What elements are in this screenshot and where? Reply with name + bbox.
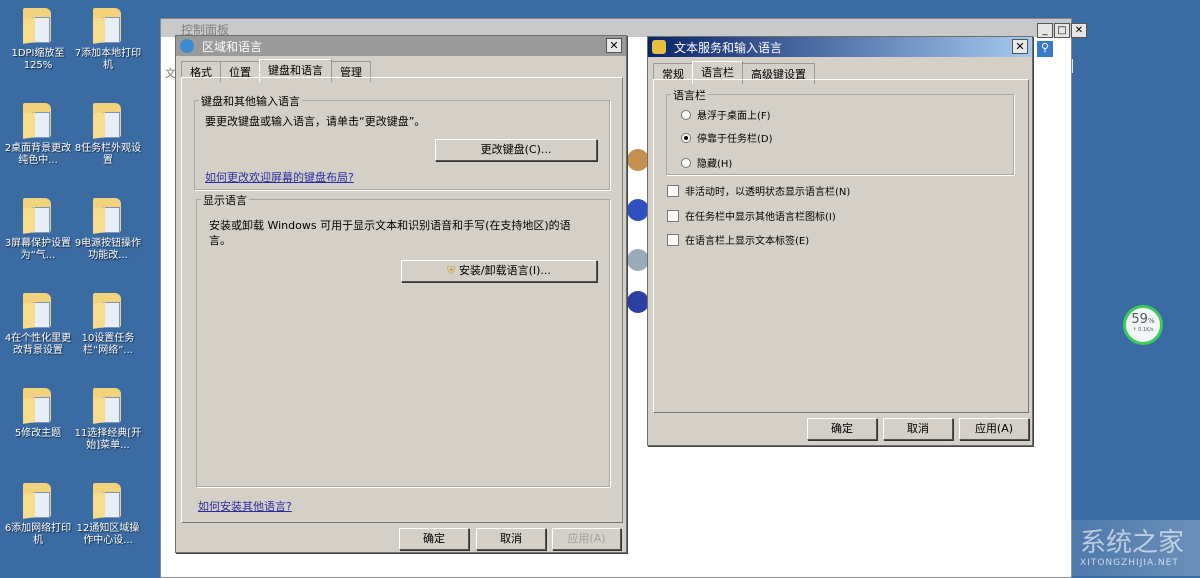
install-uninstall-language-button[interactable]: ⛨ 安装/卸载语言(I)... [401, 260, 597, 282]
desktop-folder-icon[interactable]: 9电源按钮操作功能改... [72, 194, 144, 262]
minimize-button[interactable]: _ [1037, 23, 1053, 38]
welcome-keyboard-link[interactable]: 如何更改欢迎屏幕的键盘布局? [205, 169, 354, 185]
radio-label: 悬浮于桌面上(F) [697, 107, 771, 122]
group-label: 语言栏 [671, 87, 708, 103]
text-services-dialog: 文本服务和输入语言 ✕ 常规 语言栏 高级键设置 语言栏 悬浮于桌面上(F) 停… [647, 36, 1033, 446]
icon-label: 5修改主题 [2, 428, 74, 440]
close-button[interactable]: ✕ [606, 38, 622, 53]
dialog-title: 区域和语言 [202, 40, 262, 54]
display-language-description: 安装或卸载 Windows 可用于显示文本和识别语音和手写(在支持地区)的语言。 [209, 218, 589, 248]
radio-button[interactable] [681, 158, 691, 168]
folder-icon [23, 198, 53, 234]
icon-label: 11选择经典[开始]菜单... [72, 428, 144, 452]
icon-label: 12通知区域操作中心设... [72, 523, 144, 547]
desktop-folder-icon[interactable]: 1DPI缩放至125% [2, 4, 74, 72]
desktop-folder-icon[interactable]: 12通知区域操作中心设... [72, 479, 144, 547]
icon-label: 6添加网络打印机 [2, 523, 74, 547]
icon-label: 2桌面背景更改纯色中... [2, 143, 74, 167]
folder-icon [23, 293, 53, 329]
watermark-en: XITONGZHIJIA.NET [1080, 558, 1179, 568]
checkbox-label: 在任务栏中显示其他语言栏图标(I) [685, 208, 836, 223]
folder-icon [93, 198, 123, 234]
checkbox-extra-icons[interactable]: 在任务栏中显示其他语言栏图标(I) [667, 208, 836, 223]
folder-icon [93, 293, 123, 329]
icon-label: 7添加本地打印机 [72, 48, 144, 72]
checkbox[interactable] [667, 234, 679, 246]
percent-sign: % [1148, 317, 1155, 325]
desktop-folder-icon[interactable]: 4在个性化里更改背景设置 [2, 289, 74, 357]
radio-label: 停靠于任务栏(D) [697, 130, 773, 145]
desktop-folder-icon[interactable]: 10设置任务栏“网络”... [72, 289, 144, 357]
tab-panel: 键盘和其他输入语言 要更改键盘或输入语言，请单击“更改键盘”。 更改键盘(C).… [181, 77, 623, 523]
folder-icon [93, 388, 123, 424]
checkbox-label: 在语言栏上显示文本标签(E) [685, 232, 809, 247]
checkbox[interactable] [667, 210, 679, 222]
checkbox-label: 非活动时，以透明状态显示语言栏(N) [685, 183, 850, 198]
text-dialog-titlebar: 文本服务和输入语言 ✕ [648, 37, 1032, 57]
icon-label: 9电源按钮操作功能改... [72, 238, 144, 262]
ok-button[interactable]: 确定 [399, 528, 469, 550]
desktop-folder-icon[interactable]: 2桌面背景更改纯色中... [2, 99, 74, 167]
maximize-button[interactable]: □ [1054, 23, 1070, 38]
radio-button[interactable] [681, 133, 691, 143]
icon-label: 4在个性化里更改背景设置 [2, 333, 74, 357]
folder-icon [23, 483, 53, 519]
ok-button[interactable]: 确定 [807, 418, 877, 440]
watermark: 系统之家 XITONGZHIJIA.NET [1000, 520, 1200, 576]
radio-label: 隐藏(H) [697, 155, 732, 170]
dialog-title: 文本服务和输入语言 [674, 41, 782, 55]
folder-icon [23, 388, 53, 424]
desktop-folder-icon[interactable]: 3屏幕保护设置为“气... [2, 194, 74, 262]
watermark-cn: 系统之家 [1080, 522, 1184, 559]
desktop-folder-icon[interactable]: 7添加本地打印机 [72, 4, 144, 72]
folder-icon [23, 8, 53, 44]
checkbox-text-labels[interactable]: 在语言栏上显示文本标签(E) [667, 232, 809, 247]
region-language-dialog: 区域和语言 ✕ 格式 位置 键盘和语言 管理 键盘和其他输入语言 要更改键盘或输… [175, 35, 627, 553]
change-keyboard-button[interactable]: 更改键盘(C)... [435, 139, 597, 161]
radio-hidden[interactable]: 隐藏(H) [681, 155, 732, 170]
radio-dock-taskbar[interactable]: 停靠于任务栏(D) [681, 130, 773, 145]
search-icon[interactable]: ⚲ [1037, 41, 1053, 57]
checkbox-transparent[interactable]: 非活动时，以透明状态显示语言栏(N) [667, 183, 850, 198]
group-label: 键盘和其他输入语言 [199, 93, 302, 109]
group-label: 显示语言 [201, 192, 249, 208]
folder-icon [93, 103, 123, 139]
globe-icon [180, 39, 194, 53]
folder-icon [23, 103, 53, 139]
memory-percent: 59 [1131, 312, 1148, 327]
desktop-folder-icon[interactable]: 8任务栏外观设置 [72, 99, 144, 167]
checkbox[interactable] [667, 185, 679, 197]
icon-label: 1DPI缩放至125% [2, 48, 74, 72]
language-bar-group: 语言栏 悬浮于桌面上(F) 停靠于任务栏(D) 隐藏(H) [666, 94, 1014, 175]
close-button[interactable]: ✕ [1071, 23, 1087, 38]
cancel-button[interactable]: 取消 [476, 528, 546, 550]
display-language-group: 显示语言 安装或卸载 Windows 可用于显示文本和识别语音和手写(在支持地区… [196, 199, 610, 487]
desktop-folder-icon[interactable]: 6添加网络打印机 [2, 479, 74, 547]
shield-icon: ⛨ [447, 264, 455, 277]
install-languages-link[interactable]: 如何安装其他语言? [198, 498, 292, 514]
radio-button[interactable] [681, 110, 691, 120]
desktop-folder-icon[interactable]: 11选择经典[开始]菜单... [72, 384, 144, 452]
desktop-folder-icon[interactable]: 5修改主题 [2, 384, 74, 440]
icon-label: 3屏幕保护设置为“气... [2, 238, 74, 262]
upload-speed: ↑ 0.1K/s [1126, 327, 1160, 333]
language-bar-icon [652, 40, 666, 54]
tab-panel: 语言栏 悬浮于桌面上(F) 停靠于任务栏(D) 隐藏(H) 非活动时，以透明状态… [653, 79, 1029, 413]
apply-button[interactable]: 应用(A) [959, 418, 1029, 440]
network-speed-widget[interactable]: 59% ↑ 0.1K/s [1123, 305, 1163, 345]
keyboard-group: 键盘和其他输入语言 要更改键盘或输入语言，请单击“更改键盘”。 更改键盘(C).… [194, 100, 610, 190]
button-label: 安装/卸载语言(I)... [459, 264, 551, 277]
keyboard-description: 要更改键盘或输入语言，请单击“更改键盘”。 [205, 113, 425, 129]
icon-label: 8任务栏外观设置 [72, 143, 144, 167]
cancel-button[interactable]: 取消 [883, 418, 953, 440]
apply-button[interactable]: 应用(A) [552, 528, 621, 550]
region-dialog-titlebar: 区域和语言 ✕ [176, 36, 626, 56]
folder-icon [93, 483, 123, 519]
close-button[interactable]: ✕ [1012, 39, 1028, 54]
icon-label: 10设置任务栏“网络”... [72, 333, 144, 357]
radio-float[interactable]: 悬浮于桌面上(F) [681, 107, 771, 122]
folder-icon [93, 8, 123, 44]
